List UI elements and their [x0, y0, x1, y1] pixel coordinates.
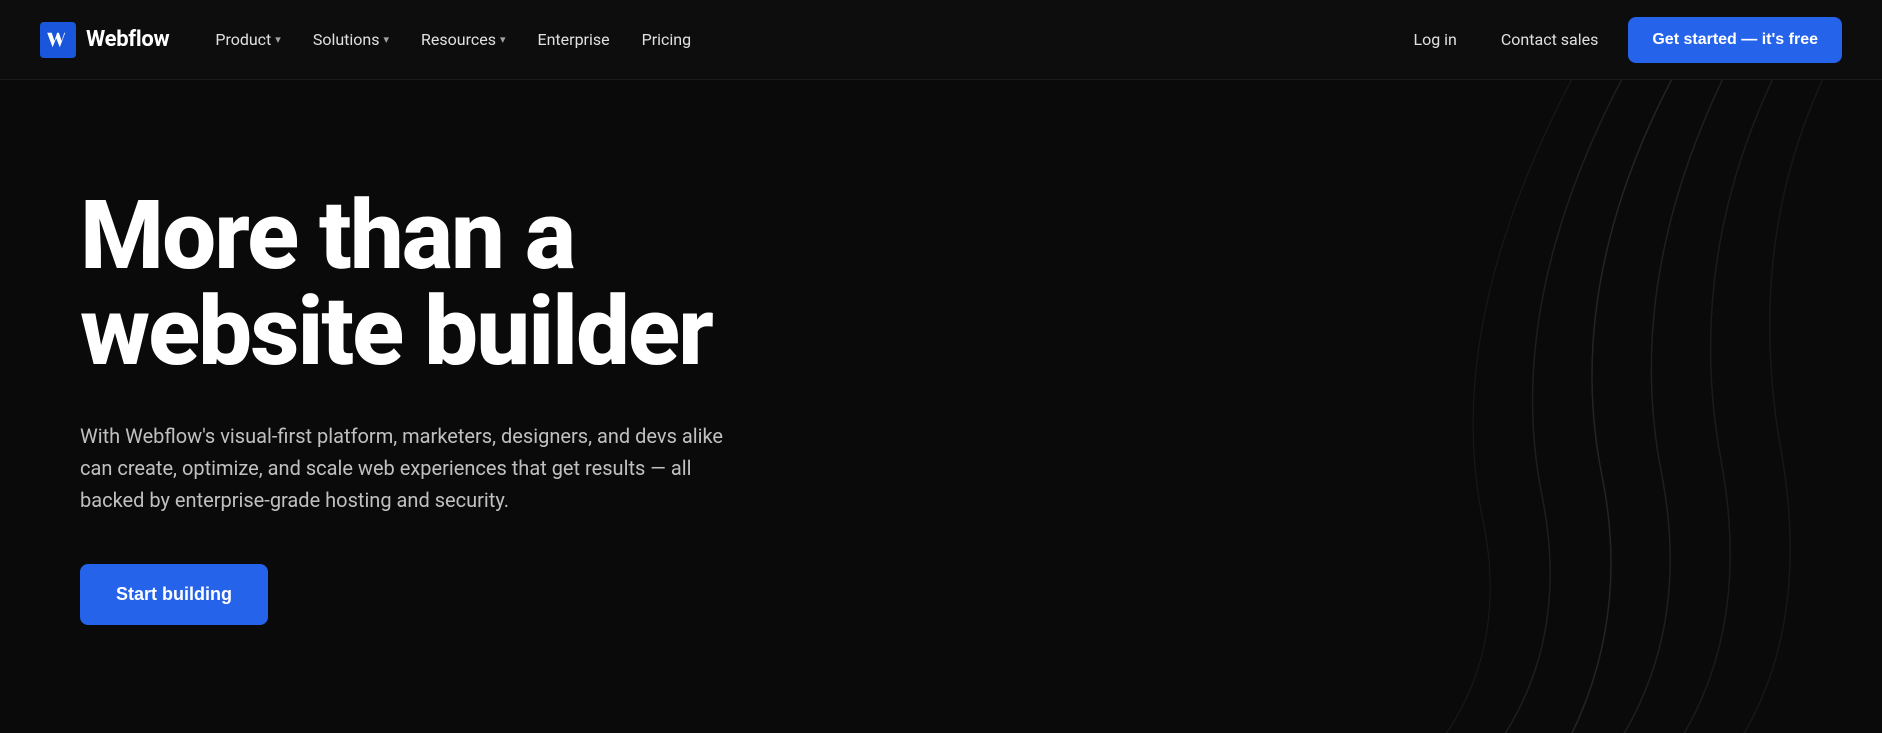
webflow-logo-icon	[40, 22, 76, 58]
nav-item-product[interactable]: Product ▾	[201, 22, 294, 57]
nav-item-resources[interactable]: Resources ▾	[407, 22, 519, 57]
nav-left: Webflow Product ▾ Solutions ▾ Resources …	[40, 22, 705, 58]
brand-name: Webflow	[86, 27, 169, 52]
chevron-down-icon: ▾	[384, 33, 390, 46]
nav-item-enterprise[interactable]: Enterprise	[524, 22, 624, 57]
chevron-down-icon: ▾	[500, 33, 506, 46]
logo[interactable]: Webflow	[40, 22, 169, 58]
contact-sales-link[interactable]: Contact sales	[1487, 22, 1612, 57]
nav-item-solutions[interactable]: Solutions ▾	[299, 22, 403, 57]
login-link[interactable]: Log in	[1399, 22, 1470, 57]
hero-title: More than a website builder	[80, 188, 760, 380]
navbar: Webflow Product ▾ Solutions ▾ Resources …	[0, 0, 1882, 80]
hero-section: More than a website builder With Webflow…	[0, 80, 1882, 733]
hero-content: More than a website builder With Webflow…	[80, 188, 760, 625]
hero-decoration	[982, 80, 1882, 733]
hero-title-line2: website builder	[80, 276, 712, 388]
nav-item-pricing[interactable]: Pricing	[628, 22, 706, 57]
nav-menu: Product ▾ Solutions ▾ Resources ▾ Enterp…	[201, 22, 705, 57]
nav-pricing-label: Pricing	[642, 30, 692, 49]
nav-product-label: Product	[215, 30, 271, 49]
get-started-button[interactable]: Get started — it's free	[1628, 17, 1842, 63]
nav-resources-label: Resources	[421, 30, 496, 49]
hero-description: With Webflow's visual-first platform, ma…	[80, 420, 760, 516]
chevron-down-icon: ▾	[275, 33, 281, 46]
nav-enterprise-label: Enterprise	[538, 30, 610, 49]
start-building-button[interactable]: Start building	[80, 564, 268, 625]
nav-right: Log in Contact sales Get started — it's …	[1399, 17, 1842, 63]
nav-solutions-label: Solutions	[313, 30, 380, 49]
